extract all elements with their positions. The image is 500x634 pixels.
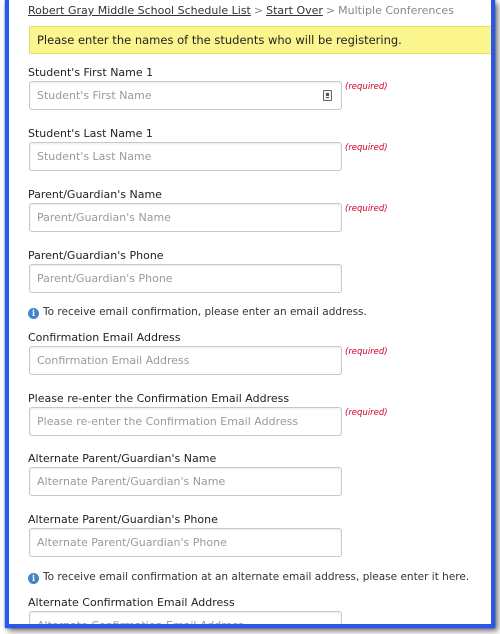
breadcrumb-school-link[interactable]: Robert Gray Middle School Schedule List (28, 4, 251, 17)
alt-parent-phone-input[interactable] (29, 528, 342, 557)
info-icon: i (28, 573, 39, 584)
info-icon: i (28, 308, 39, 319)
confirmation-email-input[interactable] (29, 346, 342, 375)
confirm-email-repeat-label: Please re-enter the Confirmation Email A… (28, 392, 290, 405)
required-indicator: (required) (345, 347, 388, 357)
student-last-name-label: Student's Last Name 1 (28, 127, 153, 140)
breadcrumb-separator: > (325, 4, 336, 17)
alt-email-info-text: To receive email confirmation at an alte… (43, 571, 470, 583)
contact-card-icon[interactable] (323, 90, 332, 101)
parent-name-label: Parent/Guardian's Name (28, 188, 162, 201)
window-frame: Robert Gray Middle School Schedule List >… (5, 0, 495, 628)
email-info-text: To receive email confirmation, please en… (43, 306, 367, 318)
notice-text: Please enter the names of the students w… (37, 33, 402, 47)
breadcrumb: Robert Gray Middle School Schedule List >… (28, 4, 491, 17)
alt-parent-name-label: Alternate Parent/Guardian's Name (28, 452, 217, 465)
alt-confirmation-email-input[interactable] (29, 611, 342, 624)
breadcrumb-current: Multiple Conferences (338, 4, 454, 17)
student-first-name-input[interactable] (29, 81, 342, 110)
alt-confirmation-email-label: Alternate Confirmation Email Address (28, 596, 235, 609)
parent-name-input[interactable] (29, 203, 342, 232)
breadcrumb-separator: > (253, 4, 264, 17)
required-indicator: (required) (345, 82, 388, 92)
alt-parent-phone-label: Alternate Parent/Guardian's Phone (28, 513, 218, 526)
required-indicator: (required) (345, 204, 388, 214)
email-info-note: i To receive email confirmation, please e… (28, 306, 367, 319)
confirm-email-repeat-input[interactable] (29, 407, 342, 436)
alt-email-info-note: i To receive email confirmation at an alt… (28, 571, 469, 584)
student-first-name-label: Student's First Name 1 (28, 66, 154, 79)
student-last-name-input[interactable] (29, 142, 342, 171)
required-indicator: (required) (345, 143, 388, 153)
alt-parent-name-input[interactable] (29, 467, 342, 496)
parent-phone-label: Parent/Guardian's Phone (28, 249, 164, 262)
breadcrumb-start-over-link[interactable]: Start Over (266, 4, 323, 17)
required-indicator: (required) (345, 408, 388, 418)
notice-banner: Please enter the names of the students w… (29, 26, 491, 54)
registration-page: Robert Gray Middle School Schedule List >… (9, 0, 491, 624)
confirmation-email-label: Confirmation Email Address (28, 331, 181, 344)
parent-phone-input[interactable] (29, 264, 342, 293)
